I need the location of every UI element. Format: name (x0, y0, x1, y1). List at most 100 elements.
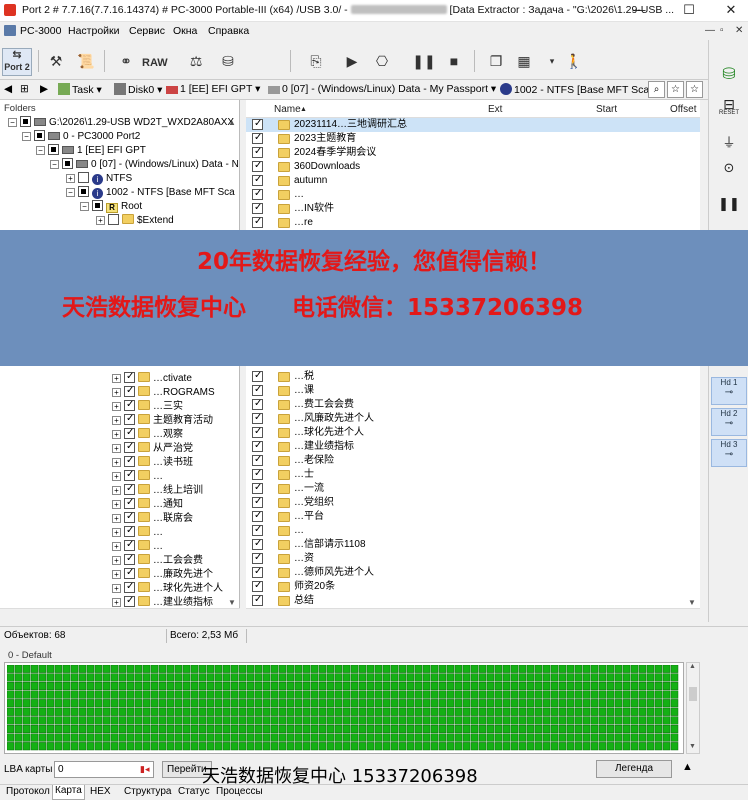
tree-item[interactable]: + …通知 (112, 496, 183, 512)
pause-side-icon[interactable]: ❚❚ (714, 196, 744, 212)
file-row[interactable]: …党组织 (246, 495, 700, 510)
column-ext[interactable]: Ext (488, 104, 502, 115)
tree-item[interactable]: +… (112, 468, 163, 484)
file-checkbox[interactable] (252, 201, 263, 215)
column-start[interactable]: Start (596, 104, 617, 115)
tree-checkbox[interactable] (124, 594, 135, 608)
tree-item[interactable]: − G:\2026\1.29-USB WD2T_WXD2A80AXX (8, 116, 234, 130)
file-checkbox[interactable] (252, 383, 263, 397)
expand-toggle-icon[interactable]: + (112, 416, 121, 425)
file-row[interactable]: 2024春季学期会议 (246, 145, 700, 160)
tree-checkbox[interactable] (78, 172, 89, 183)
expand-toggle-icon[interactable]: + (112, 486, 121, 495)
expand-toggle-icon[interactable]: − (8, 118, 17, 127)
tree-checkbox[interactable] (124, 454, 135, 468)
scroll-down-icon[interactable]: ▼ (688, 598, 696, 607)
favorites-icon[interactable]: ☆ (667, 81, 684, 98)
file-checkbox[interactable] (252, 411, 263, 425)
tree-checkbox[interactable] (124, 538, 135, 552)
file-row[interactable]: …费工会会费 (246, 397, 700, 412)
expand-toggle-icon[interactable]: + (112, 528, 121, 537)
raw-button[interactable]: RAW (142, 48, 168, 74)
expand-toggle-icon[interactable]: + (112, 598, 121, 607)
file-checkbox[interactable] (252, 453, 263, 467)
menu-help[interactable]: Справка (208, 25, 249, 37)
file-row[interactable]: …建业绩指标 (246, 439, 700, 454)
expand-toggle-icon[interactable]: − (66, 188, 75, 197)
menu-service[interactable]: Сервис (129, 25, 165, 37)
close-button[interactable]: ✕ (714, 0, 748, 22)
tree-checkbox[interactable] (108, 214, 119, 225)
scroll-icon[interactable]: 📜 (74, 48, 98, 74)
file-row[interactable]: …信部请示1108 (246, 537, 700, 552)
gauge-icon[interactable]: ⊙ (714, 160, 744, 176)
tree-checkbox[interactable] (124, 496, 135, 510)
column-name[interactable]: Name (274, 104, 301, 115)
hd2-button[interactable]: Hd 2 ⊸ (711, 408, 747, 436)
tree-checkbox[interactable] (124, 384, 135, 398)
scale-icon[interactable]: ⚖ (184, 48, 208, 74)
scroll-up-icon[interactable]: ▲ (689, 663, 696, 670)
expand-toggle-icon[interactable]: + (112, 374, 121, 383)
file-row[interactable]: 20231114…三地调研汇总 (246, 117, 700, 132)
file-row[interactable]: 2023主题教育 (246, 131, 700, 146)
tree-checkbox[interactable] (124, 398, 135, 412)
lba-toggle-icon[interactable]: ▮◂ (140, 764, 149, 775)
menu-settings[interactable]: Настройки (68, 25, 120, 37)
sensor-icon[interactable]: ⏚ (714, 132, 744, 151)
file-row[interactable]: …一流 (246, 481, 700, 496)
tree-item[interactable]: +… (112, 538, 163, 554)
tree-item[interactable]: + …联席会 (112, 510, 193, 526)
power-icon[interactable]: ⛁ (714, 64, 744, 84)
scroll-down-icon[interactable]: ▼ (689, 743, 696, 750)
tree-item[interactable]: + …观察 (112, 426, 183, 442)
tree-checkbox[interactable] (124, 468, 135, 482)
file-checkbox[interactable] (252, 145, 263, 159)
file-row[interactable]: … (246, 187, 700, 202)
minimize-button[interactable]: — (622, 0, 656, 22)
file-row[interactable]: …课 (246, 383, 700, 398)
expand-toggle-icon[interactable]: + (112, 514, 121, 523)
disk-dropdown[interactable]: Disk0 ▾ (114, 83, 162, 96)
expand-toggle-icon[interactable]: + (112, 542, 121, 551)
file-row[interactable]: …球化先进个人 (246, 425, 700, 440)
tree-item[interactable]: − 1 [EE] EFI GPT (36, 144, 146, 158)
tree-checkbox[interactable] (124, 412, 135, 426)
menu-pc3000[interactable]: PC-3000 (20, 25, 61, 37)
tree-checkbox[interactable] (124, 566, 135, 580)
mdi-restore-button[interactable]: ▫ (720, 25, 724, 36)
tree-item[interactable]: − 0 - PC3000 Port2 (22, 130, 140, 144)
file-row[interactable]: …IN软件 (246, 201, 700, 216)
file-row[interactable]: …re (246, 215, 700, 230)
hd1-button[interactable]: Hd 1 ⊸ (711, 377, 747, 405)
file-checkbox[interactable] (252, 173, 263, 187)
play-icon[interactable]: ▶ (340, 48, 364, 74)
file-row[interactable]: …德师风先进个人 (246, 565, 700, 580)
file-checkbox[interactable] (252, 579, 263, 593)
tree-item[interactable]: + …三实 (112, 398, 183, 414)
file-row[interactable]: …平台 (246, 509, 700, 524)
column-offset[interactable]: Offset (670, 104, 697, 115)
tree-checkbox[interactable] (124, 426, 135, 440)
tree-item[interactable]: +… (112, 524, 163, 540)
expand-toggle-icon[interactable]: + (112, 556, 121, 565)
sector-map[interactable] (4, 662, 684, 754)
scroll-up-icon[interactable]: ▲ (228, 118, 236, 127)
tree-checkbox[interactable] (124, 482, 135, 496)
expand-toggle-icon[interactable]: + (112, 584, 121, 593)
scroll-down-icon[interactable]: ▼ (228, 598, 236, 607)
file-checkbox[interactable] (252, 593, 263, 607)
tree-checkbox[interactable] (48, 144, 59, 155)
image-icon[interactable]: ▦ (512, 48, 536, 74)
partition2-dropdown[interactable]: 0 [07] - (Windows/Linux) Data - My Passp… (268, 83, 496, 95)
exit-person-icon[interactable]: 🚶 (562, 48, 586, 74)
partition1-dropdown[interactable]: 1 [EE] EFI GPT ▾ (166, 83, 260, 95)
file-checkbox[interactable] (252, 369, 263, 383)
hd3-button[interactable]: Hd 3 ⊸ (711, 439, 747, 467)
file-checkbox[interactable] (252, 565, 263, 579)
file-row[interactable]: 总结 (246, 593, 700, 608)
tab-status[interactable]: Статус (176, 786, 212, 797)
expand-toggle-icon[interactable]: + (66, 174, 75, 183)
collapse-up-icon[interactable]: ▲ (682, 761, 693, 773)
tree-checkbox[interactable] (20, 116, 31, 127)
